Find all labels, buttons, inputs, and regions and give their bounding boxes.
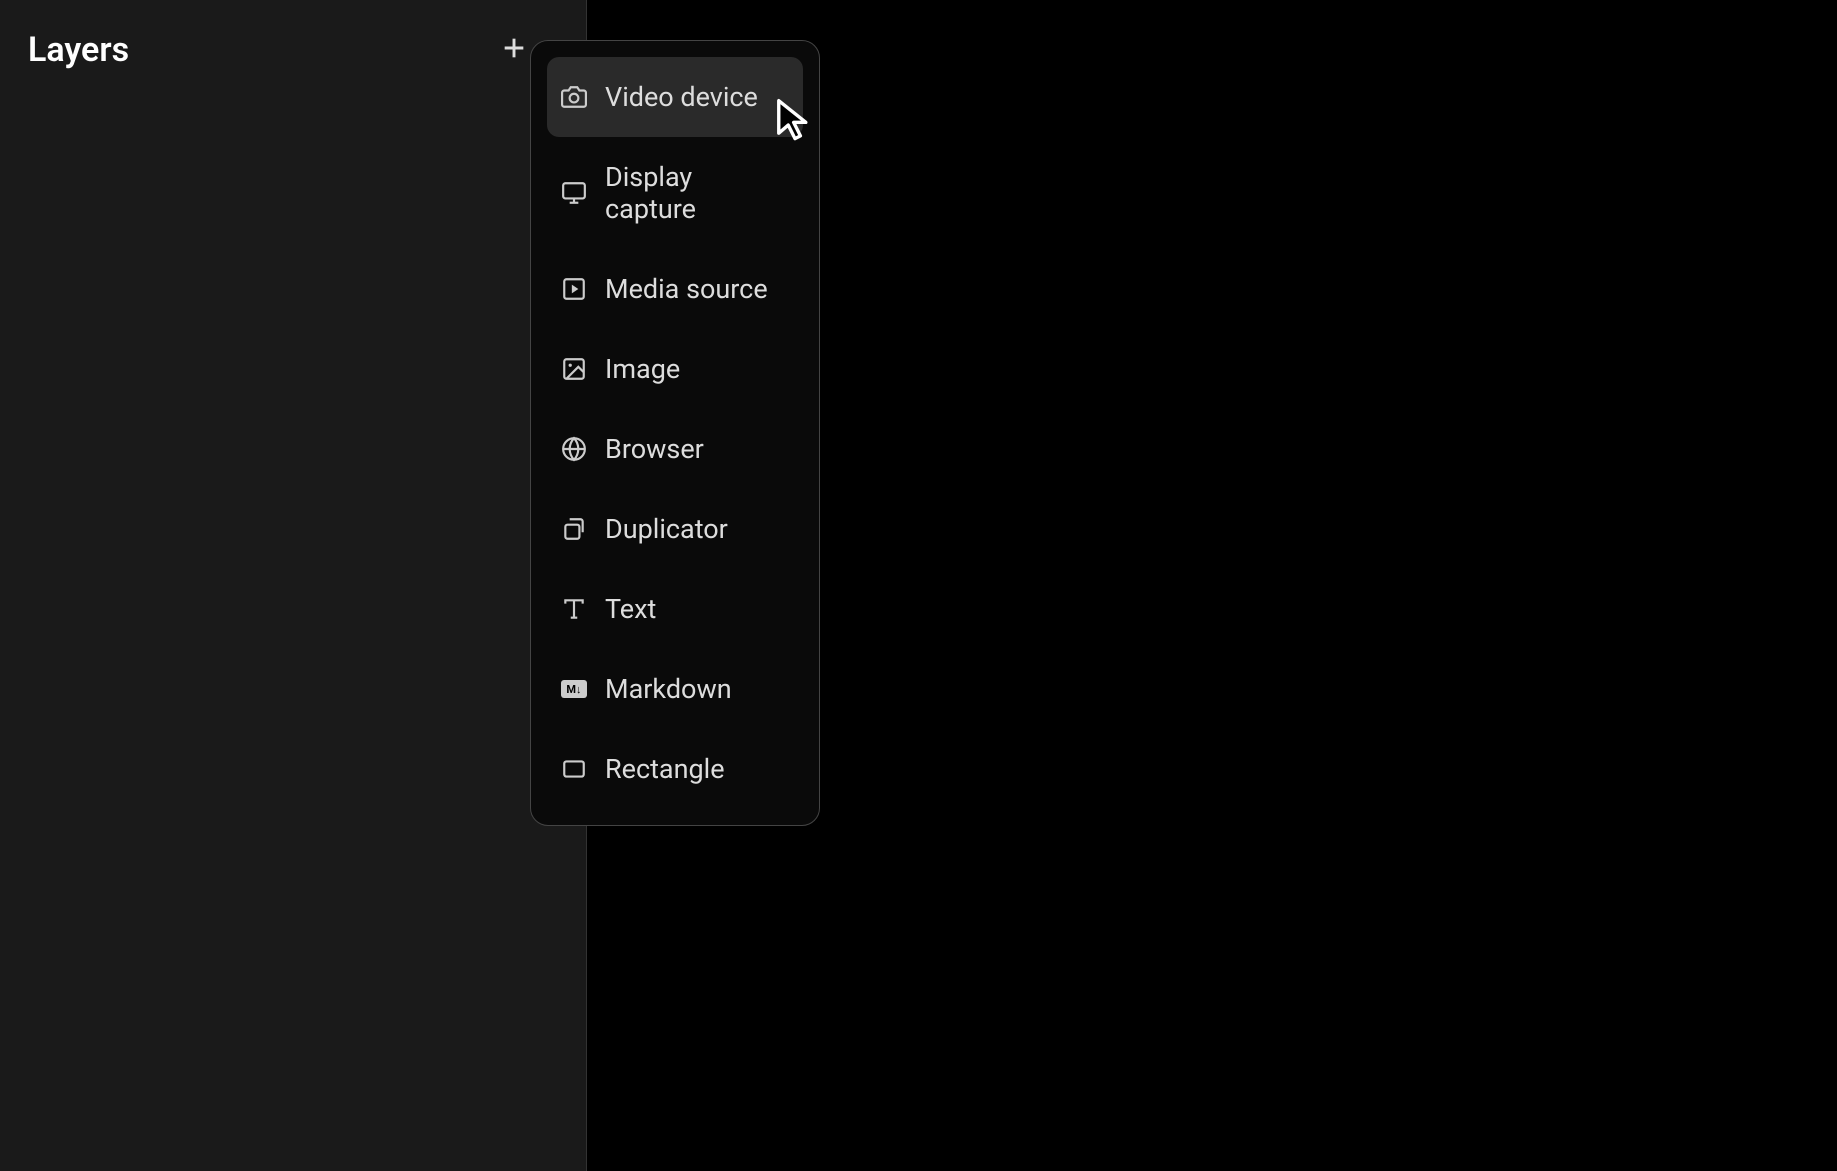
- menu-item-rectangle[interactable]: Rectangle: [547, 729, 803, 809]
- plus-icon: [500, 34, 528, 62]
- add-layer-button[interactable]: [496, 30, 532, 66]
- menu-item-label: Display capture: [605, 161, 789, 225]
- menu-item-duplicator[interactable]: Duplicator: [547, 489, 803, 569]
- image-icon: [561, 356, 587, 382]
- menu-item-text[interactable]: Text: [547, 569, 803, 649]
- menu-item-browser[interactable]: Browser: [547, 409, 803, 489]
- add-layer-menu: Video device Display capture Media sourc…: [530, 40, 820, 826]
- menu-item-display-capture[interactable]: Display capture: [547, 137, 803, 249]
- rectangle-icon: [561, 756, 587, 782]
- markdown-icon: M↓: [561, 676, 587, 702]
- menu-item-label: Duplicator: [605, 513, 728, 545]
- menu-item-label: Video device: [605, 81, 758, 113]
- menu-item-markdown[interactable]: M↓ Markdown: [547, 649, 803, 729]
- text-icon: [561, 596, 587, 622]
- canvas-inner: [648, 70, 1837, 1171]
- menu-item-label: Image: [605, 353, 680, 385]
- menu-item-label: Media source: [605, 273, 768, 305]
- menu-item-label: Text: [605, 593, 656, 625]
- duplicate-icon: [561, 516, 587, 542]
- menu-item-image[interactable]: Image: [547, 329, 803, 409]
- menu-item-label: Markdown: [605, 673, 732, 705]
- monitor-icon: [561, 180, 587, 206]
- menu-item-media-source[interactable]: Media source: [547, 249, 803, 329]
- play-square-icon: [561, 276, 587, 302]
- menu-item-label: Browser: [605, 433, 704, 465]
- menu-item-video-device[interactable]: Video device: [547, 57, 803, 137]
- globe-icon: [561, 436, 587, 462]
- camera-icon: [561, 84, 587, 110]
- layers-panel: Layers: [0, 0, 587, 1171]
- menu-item-label: Rectangle: [605, 753, 725, 785]
